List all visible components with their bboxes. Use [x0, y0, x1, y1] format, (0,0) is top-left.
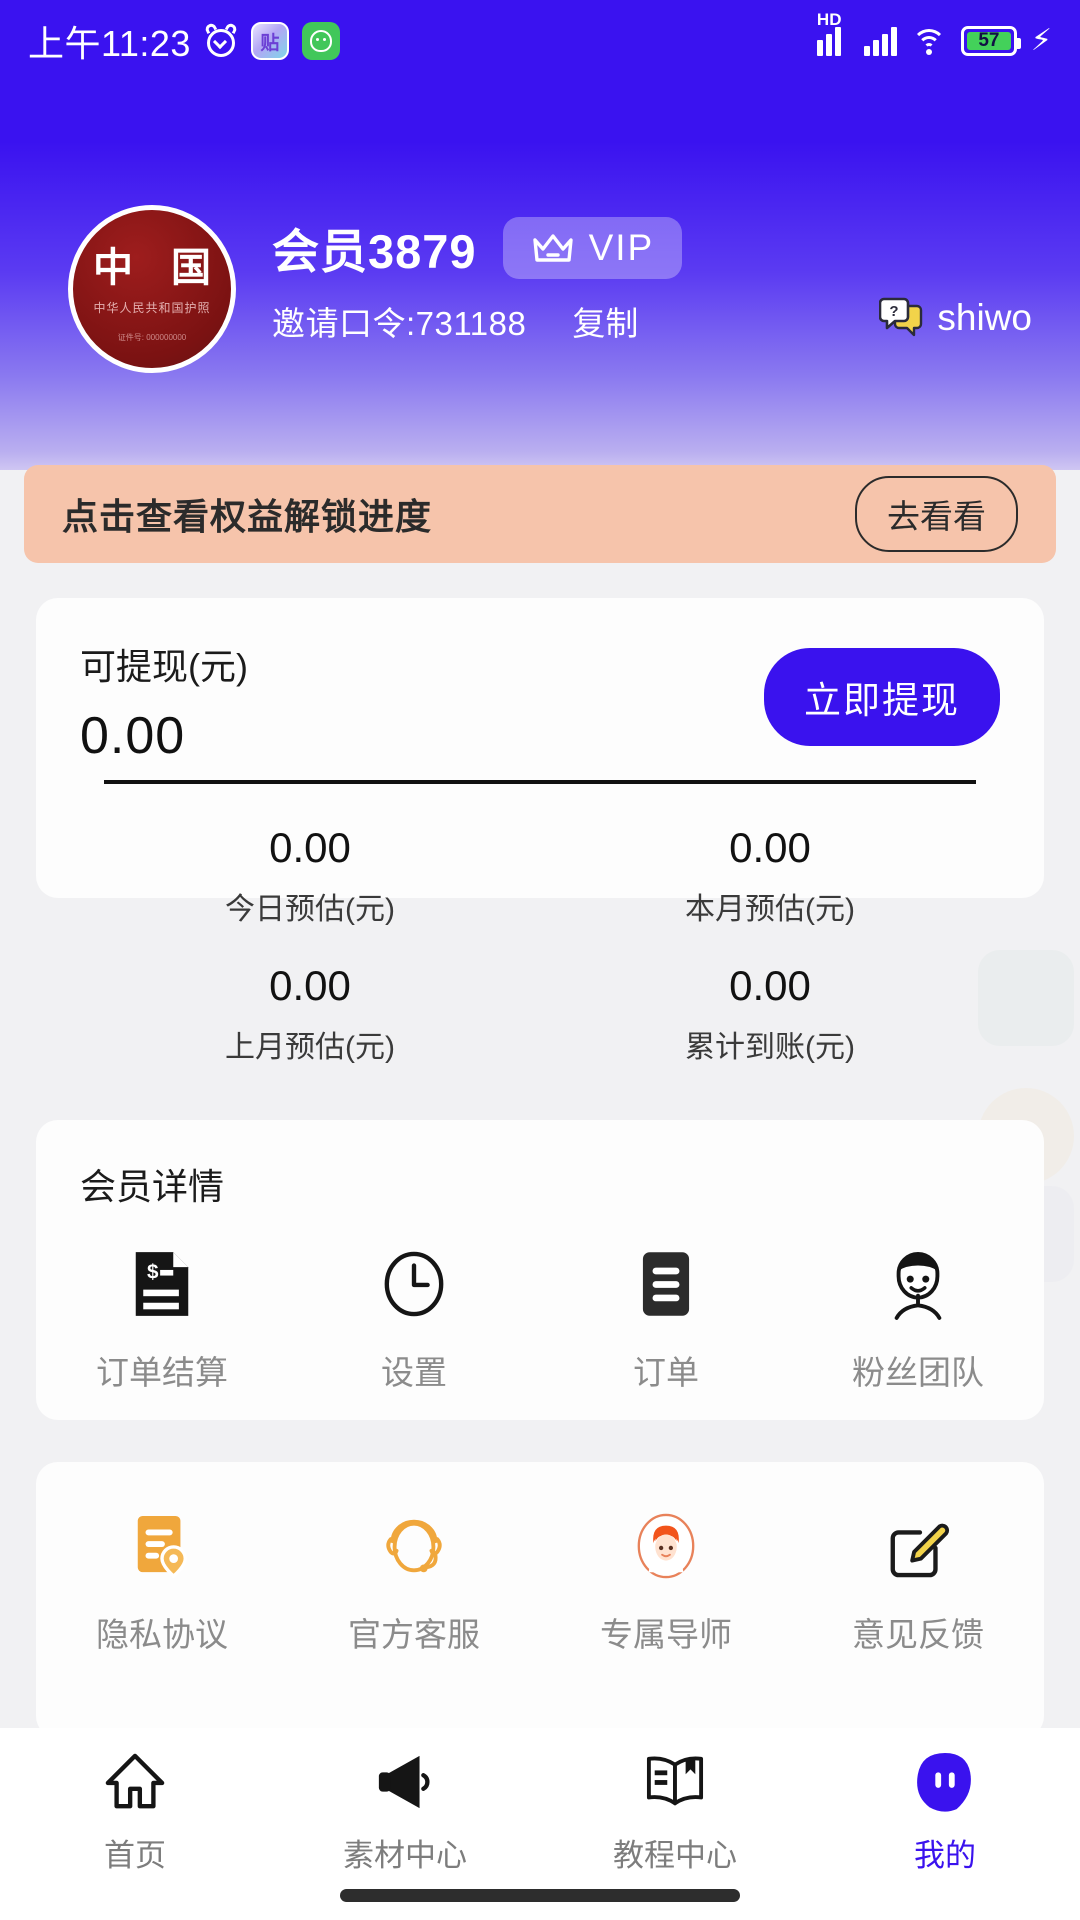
stat-label: 累计到账(元)	[685, 1031, 855, 1064]
invite-code-row: 邀请口令:731188 复制	[272, 297, 638, 345]
menu-item-label: 粉丝团队	[852, 1354, 984, 1391]
mentor-avatar-icon	[630, 1510, 702, 1582]
vip-badge[interactable]: VIP	[502, 216, 683, 279]
help-entry[interactable]: ? shiwo	[879, 297, 1032, 339]
stat-item[interactable]: 0.00 累计到账(元)	[540, 962, 1000, 1066]
megaphone-icon	[373, 1750, 437, 1814]
person-icon	[882, 1248, 954, 1320]
menu-item-orders[interactable]: 订单	[540, 1248, 792, 1394]
tab-home[interactable]: 首页	[0, 1750, 270, 1875]
app-root: 上午11:23 贴 HD 57 ⚡ 中 国 中华人民共和国护照 证件号: 000…	[0, 0, 1080, 1920]
tab-label: 素材中心	[343, 1838, 467, 1873]
hd-label: HD	[816, 10, 842, 29]
privacy-document-icon	[126, 1510, 198, 1582]
battery-level: 57	[966, 30, 1011, 51]
stat-label: 今日预估(元)	[225, 893, 395, 926]
stat-item[interactable]: 0.00 本月预估(元)	[540, 824, 1000, 928]
status-bar-right: HD 57 ⚡	[816, 10, 1052, 57]
service-item-label: 隐私协议	[96, 1616, 228, 1653]
tab-label: 我的	[914, 1838, 976, 1873]
help-label: shiwo	[937, 297, 1032, 338]
menu-item-label: 订单	[633, 1354, 699, 1391]
services-card: 隐私协议 官方客服 专属导师 意见反馈	[36, 1462, 1044, 1738]
tab-tutorial-center[interactable]: 教程中心	[540, 1750, 810, 1875]
edit-feedback-icon	[882, 1510, 954, 1582]
service-item-support[interactable]: 官方客服	[288, 1510, 540, 1656]
svg-text:?: ?	[890, 303, 899, 320]
service-item-label: 官方客服	[348, 1616, 480, 1653]
stat-value: 0.00	[269, 962, 351, 1009]
withdrawable-label: 可提现(元)	[80, 646, 248, 687]
list-icon	[630, 1248, 702, 1320]
avatar-tiny-text: 证件号: 000000000	[117, 333, 187, 342]
charging-bolt-icon: ⚡	[1030, 24, 1052, 57]
question-bubble-icon: ?	[879, 297, 923, 339]
service-item-label: 专属导师	[600, 1616, 732, 1653]
avatar-main-text: 中 国	[93, 245, 225, 290]
stat-label: 上月预估(元)	[225, 1031, 395, 1064]
stat-value: 0.00	[729, 962, 811, 1009]
stat-value: 0.00	[729, 824, 811, 871]
name-row: 会员3879 VIP	[272, 213, 683, 282]
rights-progress-banner[interactable]: 点击查看权益解锁进度 去看看	[24, 465, 1056, 563]
member-detail-title: 会员详情	[80, 1166, 225, 1207]
menu-item-settings[interactable]: 设置	[288, 1248, 540, 1394]
signal-icon-2	[863, 26, 897, 56]
menu-item-fan-team[interactable]: 粉丝团队	[792, 1248, 1044, 1394]
profile-blob-icon	[913, 1750, 977, 1814]
avatar[interactable]: 中 国 中华人民共和国护照 证件号: 000000000	[68, 205, 236, 373]
stat-item[interactable]: 0.00 上月预估(元)	[80, 962, 540, 1066]
wallet-divider	[104, 780, 976, 784]
tie-app-icon: 贴	[250, 22, 289, 60]
wallet-stats-grid: 0.00 今日预估(元) 0.00 本月预估(元) 0.00 上月预估(元) 0…	[80, 824, 1000, 1066]
invite-code: 邀请口令:731188	[272, 305, 527, 342]
service-item-label: 意见反馈	[852, 1616, 984, 1653]
stat-value: 0.00	[269, 824, 351, 871]
wallet-text-col: 可提现(元) 0.00	[80, 638, 248, 766]
service-item-mentor[interactable]: 专属导师	[540, 1510, 792, 1656]
vip-label: VIP	[588, 226, 655, 268]
tab-material-center[interactable]: 素材中心	[270, 1750, 540, 1875]
service-item-privacy[interactable]: 隐私协议	[36, 1510, 288, 1656]
headset-icon	[378, 1510, 450, 1582]
tab-label: 首页	[104, 1838, 166, 1873]
clock-icon	[378, 1248, 450, 1320]
service-item-feedback[interactable]: 意见反馈	[792, 1510, 1044, 1656]
wallet-top-row: 可提现(元) 0.00 立即提现	[80, 638, 1000, 766]
invoice-icon: $	[126, 1248, 198, 1320]
menu-item-label: 订单结算	[96, 1354, 228, 1391]
wallet-card: 可提现(元) 0.00 立即提现 0.00 今日预估(元) 0.00 本月预估(…	[36, 598, 1044, 1064]
banner-text: 点击查看权益解锁进度	[62, 496, 433, 537]
withdraw-button[interactable]: 立即提现	[764, 648, 1000, 746]
book-icon	[643, 1750, 707, 1814]
status-time: 上午11:23	[28, 23, 191, 64]
home-indicator	[340, 1889, 740, 1902]
banner-go-button[interactable]: 去看看	[855, 476, 1018, 552]
svg-text:$: $	[147, 1260, 159, 1283]
bottom-tab-bar: 首页 素材中心 教程中心 我的	[0, 1728, 1080, 1920]
battery-icon: 57	[960, 26, 1021, 56]
crown-icon	[531, 232, 575, 264]
wifi-icon	[911, 27, 947, 55]
member-detail-grid: $ 订单结算 设置 订单 粉丝团队	[36, 1248, 1044, 1394]
green-face-app-icon	[301, 22, 340, 60]
tab-mine[interactable]: 我的	[810, 1750, 1080, 1875]
menu-item-label: 设置	[381, 1354, 447, 1391]
tab-label: 教程中心	[613, 1838, 737, 1873]
signal-icon-1: HD	[816, 10, 850, 56]
home-icon	[103, 1750, 167, 1814]
status-bar-left: 上午11:23 贴	[28, 15, 340, 67]
menu-item-order-settlement[interactable]: $ 订单结算	[36, 1248, 288, 1394]
avatar-sub-text: 中华人民共和国护照	[93, 301, 211, 315]
copy-button[interactable]: 复制	[572, 297, 638, 345]
stat-item[interactable]: 0.00 今日预估(元)	[80, 824, 540, 928]
username: 会员3879	[272, 225, 477, 278]
status-bar: 上午11:23 贴 HD 57 ⚡	[0, 0, 1080, 82]
services-grid: 隐私协议 官方客服 专属导师 意见反馈	[36, 1510, 1044, 1656]
withdrawable-amount: 0.00	[80, 707, 186, 765]
member-detail-card: 会员详情 $ 订单结算 设置 订单 粉丝团队	[36, 1120, 1044, 1420]
stat-label: 本月预估(元)	[685, 893, 855, 926]
alarm-clock-icon	[203, 21, 239, 58]
